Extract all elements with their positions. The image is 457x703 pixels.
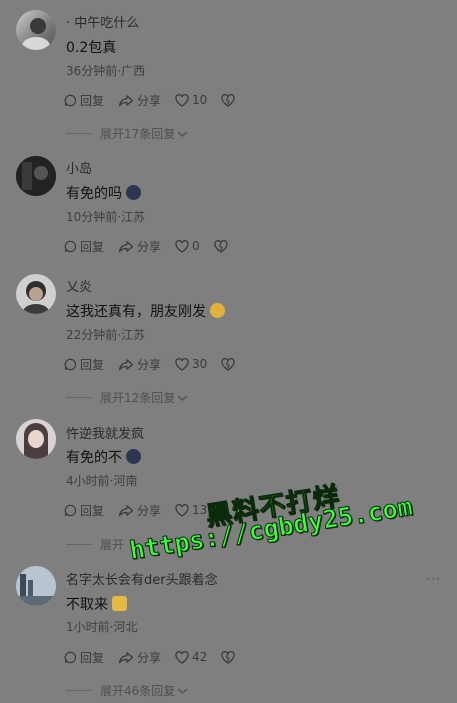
dislike-button[interactable] [221, 357, 238, 371]
comment-text: 0.2包真 [66, 40, 117, 56]
avatar[interactable] [16, 10, 56, 50]
reply-label: 回复 [80, 239, 105, 254]
avatar-image [22, 18, 50, 50]
emoji-icon [112, 596, 127, 611]
reply-icon [64, 240, 77, 252]
reply-label: 回复 [80, 503, 105, 518]
reply-button[interactable]: 回复 [64, 502, 104, 519]
username[interactable]: 乂炎 [66, 276, 92, 295]
avatar-image [16, 156, 56, 196]
avatar[interactable] [16, 156, 56, 196]
reply-label: 回复 [80, 357, 105, 372]
avatar[interactable] [16, 419, 56, 459]
avatar-image [24, 423, 48, 459]
expand-replies[interactable]: 展开17条回复 [66, 125, 188, 142]
comment-text: 这我还真有，朋友刚发 [66, 301, 225, 321]
reply-icon [64, 94, 77, 106]
reply-icon [64, 358, 77, 370]
username[interactable]: · 中午吃什么 [66, 12, 139, 31]
share-label: 分享 [137, 93, 162, 108]
chevron-down-icon [177, 688, 188, 694]
like-button[interactable]: 0 [175, 239, 200, 253]
username[interactable]: 忤逆我就发疯 [66, 423, 144, 442]
username[interactable]: 名字太长会有der头跟着念 [66, 569, 218, 588]
divider [66, 544, 92, 545]
share-label: 分享 [137, 503, 162, 518]
expand-label: 展开17条回复 [100, 127, 176, 141]
broken-heart-icon [221, 650, 235, 664]
expand-label: 展开 [100, 538, 125, 552]
share-icon [118, 94, 134, 106]
like-button[interactable]: 13 [175, 503, 207, 517]
comment-text: 有免的吗 [66, 183, 141, 203]
comment-meta: 4小时前·河南 [66, 474, 138, 488]
comment-meta: 1小时前·河北 [66, 620, 138, 634]
share-icon [118, 358, 134, 370]
share-label: 分享 [137, 357, 162, 372]
share-button[interactable]: 分享 [118, 238, 161, 255]
share-button[interactable]: 分享 [118, 92, 161, 109]
divider [66, 397, 92, 398]
share-label: 分享 [137, 650, 162, 665]
like-count: 0 [192, 239, 200, 253]
face-emoji-icon [126, 185, 141, 200]
heart-icon [175, 357, 189, 371]
avatar[interactable] [16, 566, 56, 606]
share-button[interactable]: 分享 [118, 356, 161, 373]
broken-heart-icon [214, 239, 228, 253]
comment-meta: 36分钟前·广西 [66, 64, 146, 78]
like-count: 30 [192, 357, 208, 371]
avatar-image [16, 566, 56, 606]
divider [66, 133, 92, 134]
reply-icon [64, 651, 77, 663]
expand-label: 展开12条回复 [100, 391, 176, 405]
heart-icon [175, 93, 189, 107]
avatar-image [23, 281, 49, 314]
expand-label: 展开46条回复 [100, 684, 176, 698]
comment-text: 有免的不 [66, 447, 141, 467]
face-emoji-icon [126, 449, 141, 464]
broken-heart-icon [221, 93, 235, 107]
reply-label: 回复 [80, 650, 105, 665]
reply-button[interactable]: 回复 [64, 649, 104, 666]
reply-button[interactable]: 回复 [64, 238, 104, 255]
expand-replies[interactable]: 展开12条回复 [66, 389, 188, 406]
chevron-down-icon [177, 131, 188, 137]
divider [66, 690, 92, 691]
comment-text: 不取来 [66, 594, 127, 614]
reply-icon [64, 504, 77, 516]
heart-icon [175, 503, 189, 517]
share-button[interactable]: 分享 [118, 649, 161, 666]
like-button[interactable]: 30 [175, 357, 207, 371]
broken-heart-icon [221, 357, 235, 371]
heart-icon [175, 239, 189, 253]
reply-label: 回复 [80, 93, 105, 108]
like-count: 42 [192, 650, 208, 664]
chevron-down-icon [177, 395, 188, 401]
heart-icon [175, 650, 189, 664]
like-button[interactable]: 42 [175, 650, 207, 664]
avatar[interactable] [16, 274, 56, 314]
expand-replies[interactable]: 展开46条回复 [66, 682, 188, 699]
dislike-button[interactable] [214, 239, 231, 253]
dislike-button[interactable] [221, 650, 238, 664]
share-button[interactable]: 分享 [118, 502, 161, 519]
share-icon [118, 240, 134, 252]
share-icon [118, 504, 134, 516]
share-label: 分享 [137, 239, 162, 254]
smile-emoji-icon [210, 303, 225, 318]
comment-meta: 10分钟前·江苏 [66, 210, 146, 224]
like-button[interactable]: 10 [175, 93, 207, 107]
comment-meta: 22分钟前·江苏 [66, 328, 146, 342]
username[interactable]: 小岛 [66, 158, 92, 177]
share-icon [118, 651, 134, 663]
like-count: 10 [192, 93, 208, 107]
reply-button[interactable]: 回复 [64, 92, 104, 109]
expand-replies[interactable]: 展开 [66, 536, 124, 553]
dislike-button[interactable] [221, 93, 238, 107]
more-options-button[interactable]: ··· [427, 572, 441, 586]
reply-button[interactable]: 回复 [64, 356, 104, 373]
